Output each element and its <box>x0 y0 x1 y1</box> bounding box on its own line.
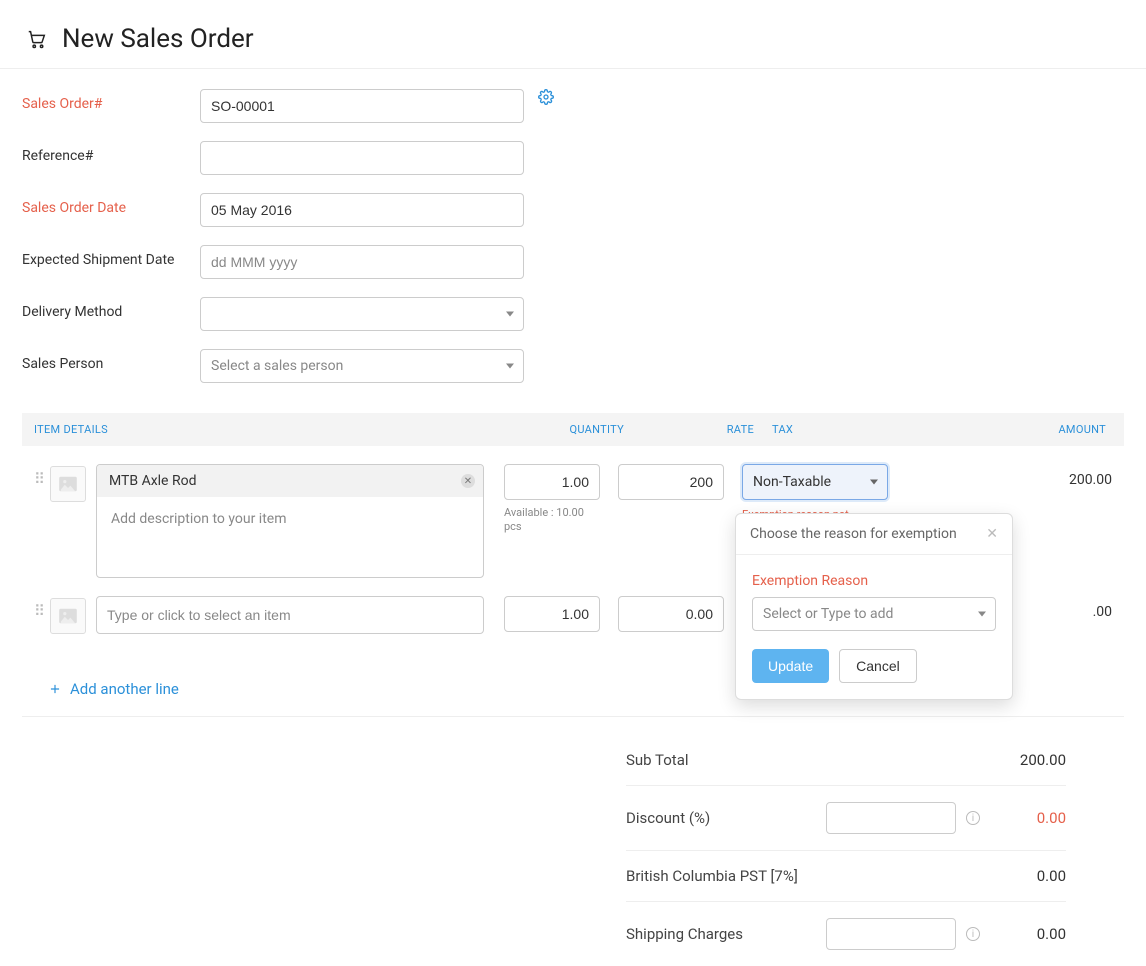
sales-order-number-settings-icon[interactable] <box>538 89 554 109</box>
item-description-input[interactable] <box>109 509 471 561</box>
update-button[interactable]: Update <box>752 649 829 683</box>
item-thumbnail <box>50 598 86 634</box>
item-thumbnail <box>50 466 86 502</box>
discount-input[interactable] <box>826 802 956 834</box>
shipping-label: Shipping Charges <box>626 925 816 943</box>
exemption-popover: Choose the reason for exemption ✕ Exempt… <box>735 513 1013 700</box>
header-quantity: QUANTITY <box>514 423 624 436</box>
item-select-input[interactable] <box>96 596 484 634</box>
discount-value: 0.00 <box>986 809 1066 827</box>
bcpst-value: 0.00 <box>946 867 1066 885</box>
header-item-details: ITEM DETAILS <box>34 423 514 436</box>
info-icon[interactable]: i <box>966 811 980 825</box>
close-icon[interactable]: ✕ <box>986 526 998 542</box>
delivery-method-select[interactable] <box>200 297 524 331</box>
header-amount: AMOUNT <box>914 423 1112 436</box>
sales-person-label: Sales Person <box>22 349 200 372</box>
sales-order-date-label: Sales Order Date <box>22 193 200 216</box>
sales-order-number-label: Sales Order# <box>22 89 200 112</box>
reference-number-label: Reference# <box>22 141 200 164</box>
rate-input[interactable] <box>618 464 724 500</box>
header-tax: TAX <box>754 423 914 436</box>
rate-input[interactable] <box>618 596 724 632</box>
clear-item-icon[interactable]: ✕ <box>461 474 475 488</box>
exemption-reason-label: Exemption Reason <box>752 573 996 589</box>
available-qty-label: Available : 10.00 pcs <box>504 506 600 535</box>
subtotal-value: 200.00 <box>946 751 1066 769</box>
items-table-header: ITEM DETAILS QUANTITY RATE TAX AMOUNT <box>22 413 1124 446</box>
shipping-input[interactable] <box>826 918 956 950</box>
amount-value: 200.00 <box>888 464 1112 488</box>
subtotal-label: Sub Total <box>626 751 946 769</box>
discount-label: Discount (%) <box>626 809 816 827</box>
quantity-input[interactable] <box>504 464 600 500</box>
bcpst-label: British Columbia PST [7%] <box>626 867 946 885</box>
shipping-value: 0.00 <box>986 925 1066 943</box>
item-name: MTB Axle Rod ✕ <box>97 465 483 497</box>
header-rate: RATE <box>624 423 754 436</box>
delivery-method-label: Delivery Method <box>22 297 200 320</box>
popover-title: Choose the reason for exemption <box>750 526 957 542</box>
info-icon[interactable]: i <box>966 927 980 941</box>
drag-handle-icon[interactable]: ⠿ <box>34 608 44 614</box>
page-header: New Sales Order <box>0 0 1146 69</box>
exemption-reason-select[interactable]: Select or Type to add <box>752 597 996 631</box>
reference-number-input[interactable] <box>200 141 524 175</box>
expected-shipment-date-label: Expected Shipment Date <box>22 245 200 268</box>
sales-order-date-input[interactable] <box>200 193 524 227</box>
expected-shipment-date-input[interactable] <box>200 245 524 279</box>
page-title: New Sales Order <box>62 24 254 54</box>
sales-order-number-input[interactable] <box>200 89 524 123</box>
sales-person-select[interactable]: Select a sales person <box>200 349 524 383</box>
cart-icon <box>26 28 48 50</box>
drag-handle-icon[interactable]: ⠿ <box>34 476 44 482</box>
cancel-button[interactable]: Cancel <box>839 649 917 683</box>
tax-select[interactable]: Non-Taxable <box>742 464 888 500</box>
quantity-input[interactable] <box>504 596 600 632</box>
